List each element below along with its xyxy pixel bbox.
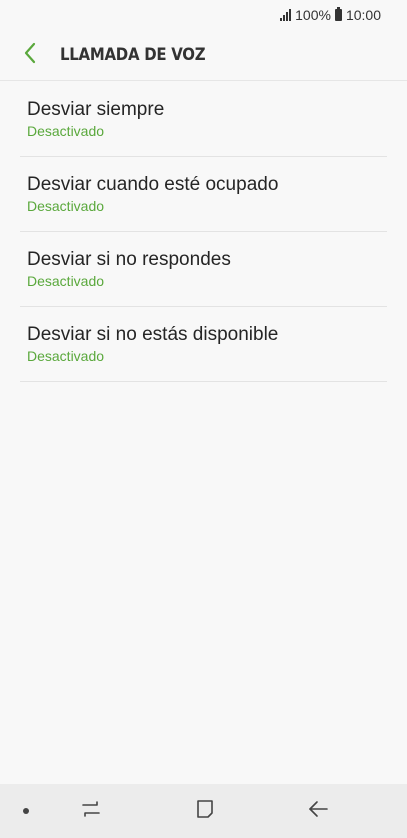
list-item-desviar-no-disponible[interactable]: Desviar si no estás disponible Desactiva… [20, 307, 387, 382]
list-item-desviar-ocupado[interactable]: Desviar cuando esté ocupado Desactivado [20, 157, 387, 232]
home-button[interactable] [192, 798, 218, 824]
battery-percent: 100% [295, 7, 331, 23]
list-item-title: Desviar si no estás disponible [27, 324, 279, 345]
back-button[interactable] [0, 30, 60, 80]
chevron-left-icon [23, 42, 37, 69]
back-nav-button[interactable] [305, 798, 331, 824]
list-item-title: Desviar si no respondes [27, 249, 231, 270]
forwarding-options-list: Desviar siempre Desactivado Desviar cuan… [20, 82, 387, 382]
list-item-desviar-no-responde[interactable]: Desviar si no respondes Desactivado [20, 232, 387, 307]
clock: 10:00 [345, 7, 381, 23]
back-arrow-icon [307, 800, 329, 823]
navigation-bar [0, 784, 407, 838]
list-item-desviar-siempre[interactable]: Desviar siempre Desactivado [20, 82, 387, 157]
dot-icon [23, 808, 29, 814]
list-item-title: Desviar siempre [27, 99, 165, 120]
page-title: LLAMADA DE VOZ [60, 45, 206, 65]
list-item-status: Desactivado [27, 348, 105, 364]
signal-icon [280, 9, 292, 21]
list-item-title: Desviar cuando esté ocupado [27, 174, 279, 195]
app-header: LLAMADA DE VOZ [0, 30, 407, 81]
list-item-status: Desactivado [27, 123, 105, 139]
list-item-status: Desactivado [27, 198, 105, 214]
status-bar: 100% 10:00 [0, 0, 407, 30]
home-icon [194, 798, 216, 825]
recent-apps-button[interactable] [78, 798, 104, 824]
list-item-status: Desactivado [27, 273, 105, 289]
recent-apps-icon [80, 800, 102, 823]
battery-icon [334, 7, 342, 21]
